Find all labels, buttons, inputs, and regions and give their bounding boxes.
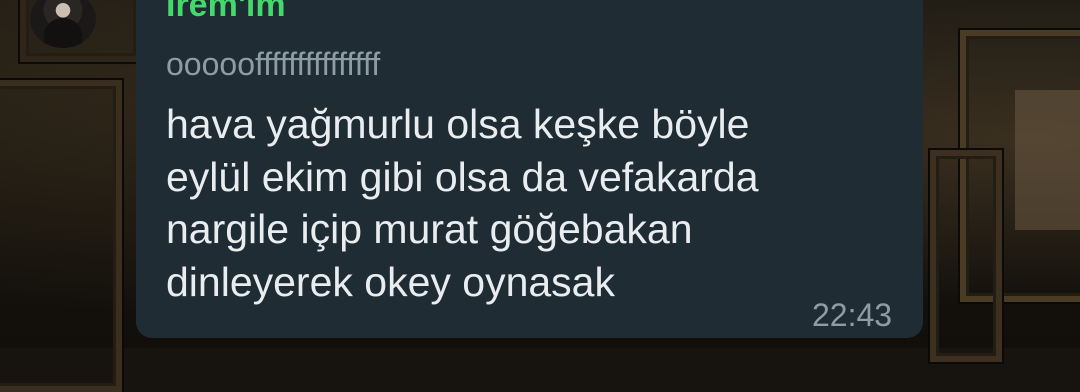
avatar-silhouette — [44, 18, 82, 48]
message-line: eylül ekim gibi olsa da vefakarda — [166, 153, 759, 200]
message-line: dinleyerek okey oynasak — [166, 258, 615, 305]
wallpaper-frame — [0, 80, 122, 392]
message-body: hava yağmurlu olsa keşke böyle eylül eki… — [166, 98, 886, 308]
message-line: hava yağmurlu olsa keşke böyle — [166, 101, 750, 147]
sender-name[interactable]: İrem'im — [166, 0, 286, 22]
message-line: nargile içip murat göğebakan — [166, 206, 693, 252]
wallpaper-frame — [930, 150, 1002, 362]
quoted-text: ooooofffffffffffffff — [166, 46, 381, 82]
message-timestamp: 22:43 — [812, 297, 893, 333]
wallpaper-panel — [1015, 90, 1080, 230]
